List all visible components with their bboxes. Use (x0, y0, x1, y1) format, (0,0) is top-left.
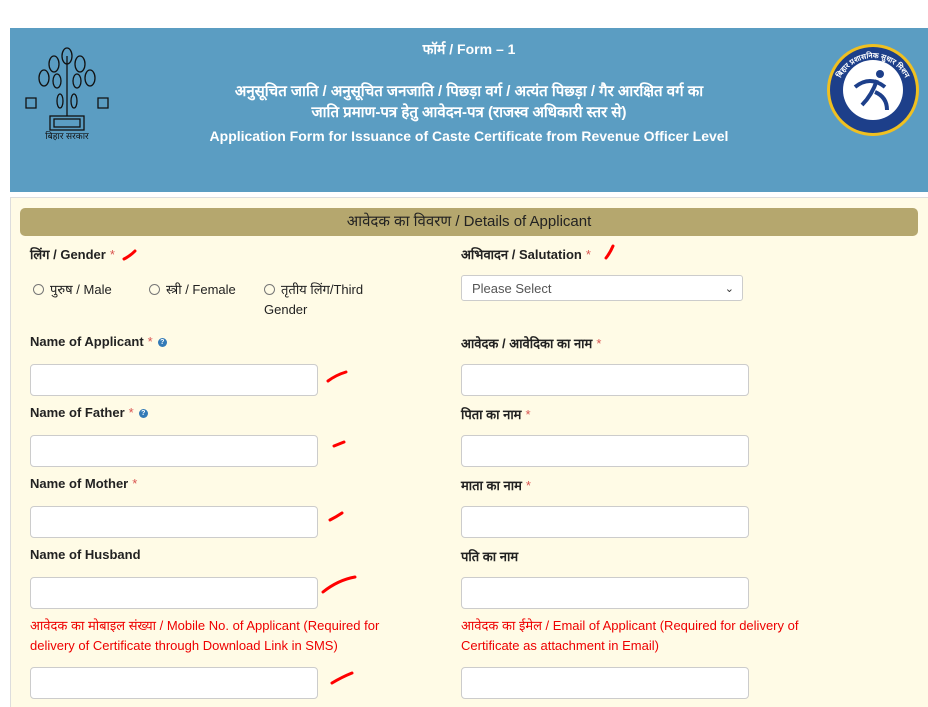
annotation-mark (321, 575, 357, 594)
annotation-mark (332, 440, 346, 448)
annotation-mark (604, 244, 615, 260)
annotation-marks (122, 244, 615, 685)
annotation-mark (328, 511, 344, 522)
annotation-mark (122, 249, 137, 261)
annotation-mark (330, 671, 354, 685)
annotation-mark (326, 370, 348, 383)
